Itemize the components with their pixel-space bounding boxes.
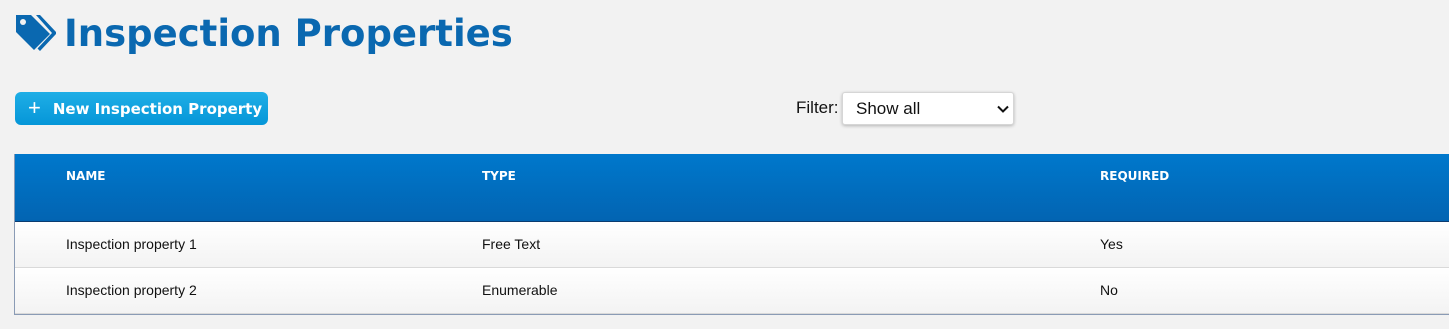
new-inspection-property-label: New Inspection Property	[52, 99, 263, 118]
new-inspection-property-button[interactable]: + New Inspection Property	[15, 92, 268, 125]
filter-label: Filter:	[796, 98, 839, 117]
cell-name: Inspection property 2	[66, 282, 197, 298]
chevron-down-icon	[997, 105, 1009, 113]
cell-required: Yes	[1100, 236, 1123, 252]
cell-name: Inspection property 1	[66, 236, 197, 252]
filter-select[interactable]: Show all	[842, 92, 1014, 125]
column-header-required[interactable]: REQUIRED	[1100, 169, 1169, 183]
table-row[interactable]: Inspection property 2 Enumerable No	[15, 268, 1449, 314]
table-row[interactable]: Inspection property 1 Free Text Yes	[15, 222, 1449, 268]
page-title: Inspection Properties	[64, 12, 513, 55]
cell-type: Free Text	[482, 236, 541, 252]
column-header-name[interactable]: NAME	[66, 169, 105, 183]
page-header: Inspection Properties	[14, 8, 513, 60]
inspection-properties-table: NAME TYPE REQUIRED Inspection property 1…	[14, 154, 1449, 315]
column-header-type[interactable]: TYPE	[482, 169, 516, 183]
cell-type: Enumerable	[482, 282, 558, 298]
table-header: NAME TYPE REQUIRED	[15, 154, 1449, 222]
tag-icon	[16, 15, 56, 51]
cell-required: No	[1100, 282, 1118, 298]
filter-select-value: Show all	[856, 98, 921, 118]
plus-icon: +	[28, 94, 41, 120]
